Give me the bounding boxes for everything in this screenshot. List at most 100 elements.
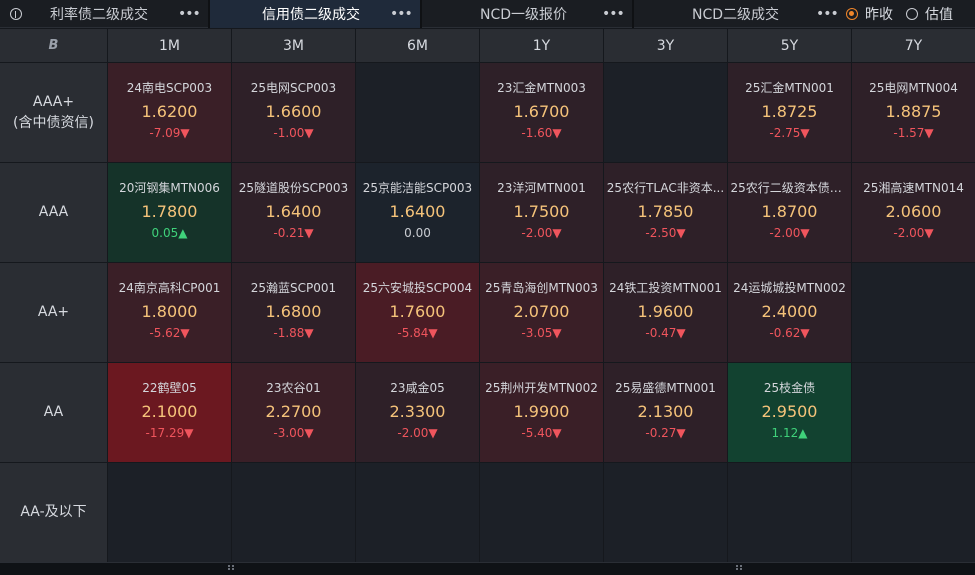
bond-cell[interactable]: 25枝金债 2.9500 1.12▲ — [728, 363, 851, 462]
tab-label: NCD一级报价 — [480, 7, 568, 23]
column-header-6m: 6M — [356, 29, 479, 62]
resize-grip-icon[interactable] — [228, 565, 236, 571]
empty-cell — [232, 463, 355, 562]
bond-yield: 1.6800 — [265, 302, 322, 321]
bond-cell[interactable]: 25电网MTN004 1.8875 -1.57▼ — [852, 63, 975, 162]
bond-change: 1.12▲ — [771, 426, 808, 440]
bond-change: -2.50▼ — [645, 226, 686, 240]
bond-cell[interactable]: 23咸金05 2.3300 -2.00▼ — [356, 363, 479, 462]
bond-name: 25枝金债 — [763, 381, 816, 395]
bond-yield: 1.7850 — [637, 202, 694, 221]
bond-yield: 1.6200 — [141, 102, 198, 121]
bond-yield: 2.0600 — [885, 202, 942, 221]
more-icon[interactable]: ••• — [816, 6, 839, 22]
bond-name: 25农行TLAC非资本... — [606, 181, 725, 195]
bond-name: 25农行二级资本债0... — [730, 181, 849, 195]
bond-yield: 2.1000 — [141, 402, 198, 421]
column-header-5y: 5Y — [728, 29, 851, 62]
bond-cell[interactable]: 25荆州开发MTN002 1.9900 -5.40▼ — [480, 363, 603, 462]
bond-cell[interactable]: 24运城城投MTN002 2.4000 -0.62▼ — [728, 263, 851, 362]
bond-yield: 1.9600 — [637, 302, 694, 321]
tab-ncd-secondary[interactable]: NCD二级成交 ••• — [634, 0, 839, 28]
bond-change: -1.60▼ — [521, 126, 562, 140]
more-icon[interactable]: ••• — [390, 6, 413, 22]
bond-cell[interactable]: 25隧道股份SCP003 1.6400 -0.21▼ — [232, 163, 355, 262]
bond-change: -17.29▼ — [145, 426, 194, 440]
bond-change: 0.00 — [404, 226, 431, 240]
bond-yield: 1.7500 — [513, 202, 570, 221]
radio-unchecked-icon — [906, 8, 918, 20]
row-header: AA+ — [0, 263, 107, 362]
bond-name: 24南电SCP003 — [126, 81, 213, 95]
tab-ncd-primary[interactable]: NCD一级报价 ••• — [422, 0, 632, 28]
bond-cell[interactable]: 25汇金MTN001 1.8725 -2.75▼ — [728, 63, 851, 162]
bond-change: -2.00▼ — [521, 226, 562, 240]
bond-cell[interactable]: 25青岛海创MTN003 2.0700 -3.05▼ — [480, 263, 603, 362]
bond-yield: 2.9500 — [761, 402, 818, 421]
bond-cell[interactable]: 25农行二级资本债0... 1.8700 -2.00▼ — [728, 163, 851, 262]
bond-name: 25荆州开发MTN002 — [485, 381, 598, 395]
bond-name: 23农谷01 — [266, 381, 321, 395]
bond-cell[interactable]: 25易盛德MTN001 2.1300 -0.27▼ — [604, 363, 727, 462]
bond-cell[interactable]: 22鹤壁05 2.1000 -17.29▼ — [108, 363, 231, 462]
empty-cell — [852, 363, 975, 462]
bond-name: 24铁工投资MTN001 — [609, 281, 722, 295]
bond-cell[interactable]: 25瀚蓝SCP001 1.6800 -1.88▼ — [232, 263, 355, 362]
tab-credit-secondary[interactable]: 信用债二级成交 ••• — [210, 0, 420, 28]
bond-change: -2.75▼ — [769, 126, 810, 140]
bond-change: -7.09▼ — [149, 126, 190, 140]
bond-cell[interactable]: 25六安城投SCP004 1.7600 -5.84▼ — [356, 263, 479, 362]
empty-cell — [852, 263, 975, 362]
radio-prev-close[interactable]: 昨收 — [846, 5, 893, 23]
more-icon[interactable]: ••• — [602, 6, 625, 22]
bond-cell[interactable]: 25京能洁能SCP003 1.6400 0.00 — [356, 163, 479, 262]
bond-change: -0.27▼ — [645, 426, 686, 440]
bond-name: 25电网MTN004 — [869, 81, 958, 95]
bond-name: 25隧道股份SCP003 — [238, 181, 349, 195]
bond-cell[interactable]: 25电网SCP003 1.6600 -1.00▼ — [232, 63, 355, 162]
bond-yield: 1.7800 — [141, 202, 198, 221]
info-icon[interactable] — [10, 8, 22, 20]
more-icon[interactable]: ••• — [178, 6, 201, 22]
column-header-3y: 3Y — [604, 29, 727, 62]
radio-valuation[interactable]: 估值 — [906, 5, 953, 23]
bond-change: -5.62▼ — [149, 326, 190, 340]
bond-change: -0.21▼ — [273, 226, 314, 240]
resize-grip-icon[interactable] — [736, 565, 744, 571]
bond-yield: 2.0700 — [513, 302, 570, 321]
bond-cell[interactable]: 24铁工投资MTN001 1.9600 -0.47▼ — [604, 263, 727, 362]
tab-rates-secondary[interactable]: 利率债二级成交 ••• — [28, 0, 208, 28]
bond-yield: 1.6400 — [265, 202, 322, 221]
bond-yield: 1.6400 — [389, 202, 446, 221]
column-header-1m: 1M — [108, 29, 231, 62]
bond-change: -2.00▼ — [769, 226, 810, 240]
bond-name: 25瀚蓝SCP001 — [250, 281, 337, 295]
bond-name: 25电网SCP003 — [250, 81, 337, 95]
empty-cell — [852, 463, 975, 562]
bond-change: -0.62▼ — [769, 326, 810, 340]
bond-name: 25京能洁能SCP003 — [362, 181, 473, 195]
corner-header: B — [0, 29, 107, 62]
tab-label: 信用债二级成交 — [262, 7, 360, 23]
row-header: AAA — [0, 163, 107, 262]
row-header: AA-及以下 — [0, 463, 107, 562]
bond-yield: 2.2700 — [265, 402, 322, 421]
bond-cell[interactable]: 20河钢集MTN006 1.7800 0.05▲ — [108, 163, 231, 262]
bond-change: -3.00▼ — [273, 426, 314, 440]
bond-yield: 1.6700 — [513, 102, 570, 121]
bond-yield: 1.8875 — [885, 102, 942, 121]
bond-cell[interactable]: 25湘高速MTN014 2.0600 -2.00▼ — [852, 163, 975, 262]
bond-cell[interactable]: 25农行TLAC非资本... 1.7850 -2.50▼ — [604, 163, 727, 262]
bond-cell[interactable]: 24南京高科CP001 1.8000 -5.62▼ — [108, 263, 231, 362]
bond-cell[interactable]: 23汇金MTN003 1.6700 -1.60▼ — [480, 63, 603, 162]
bond-name: 25汇金MTN001 — [745, 81, 834, 95]
bond-yield: 1.8725 — [761, 102, 818, 121]
radio-checked-icon — [846, 8, 858, 20]
bond-name: 24南京高科CP001 — [118, 281, 221, 295]
bond-cell[interactable]: 23农谷01 2.2700 -3.00▼ — [232, 363, 355, 462]
bond-name: 22鹤壁05 — [142, 381, 197, 395]
bond-yield: 2.3300 — [389, 402, 446, 421]
bond-cell[interactable]: 24南电SCP003 1.6200 -7.09▼ — [108, 63, 231, 162]
bond-cell[interactable]: 23洋河MTN001 1.7500 -2.00▼ — [480, 163, 603, 262]
row-header: AA — [0, 363, 107, 462]
